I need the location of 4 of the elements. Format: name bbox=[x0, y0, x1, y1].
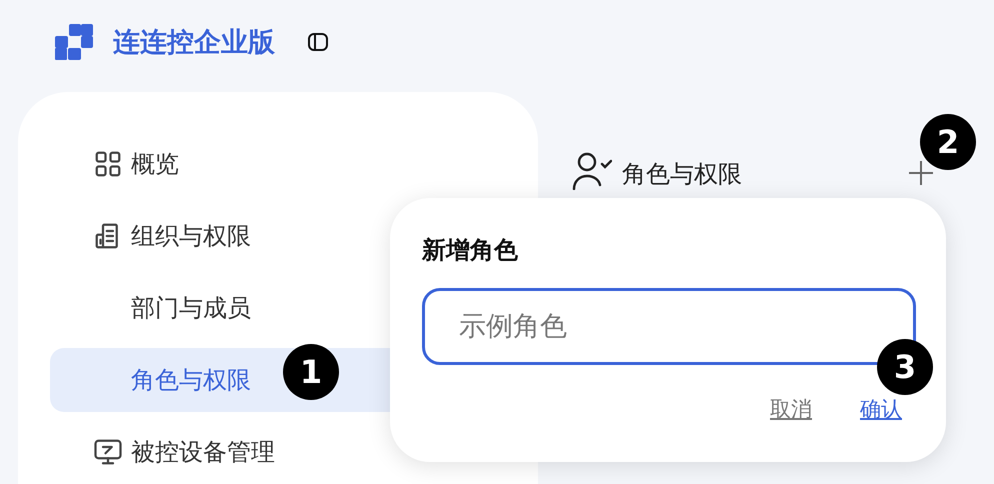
panel-title: 角色与权限 bbox=[622, 159, 743, 190]
step-badge: 2 bbox=[920, 114, 976, 170]
app-title: 连连控企业版 bbox=[113, 26, 275, 60]
dialog-title: 新增角色 bbox=[422, 235, 519, 266]
